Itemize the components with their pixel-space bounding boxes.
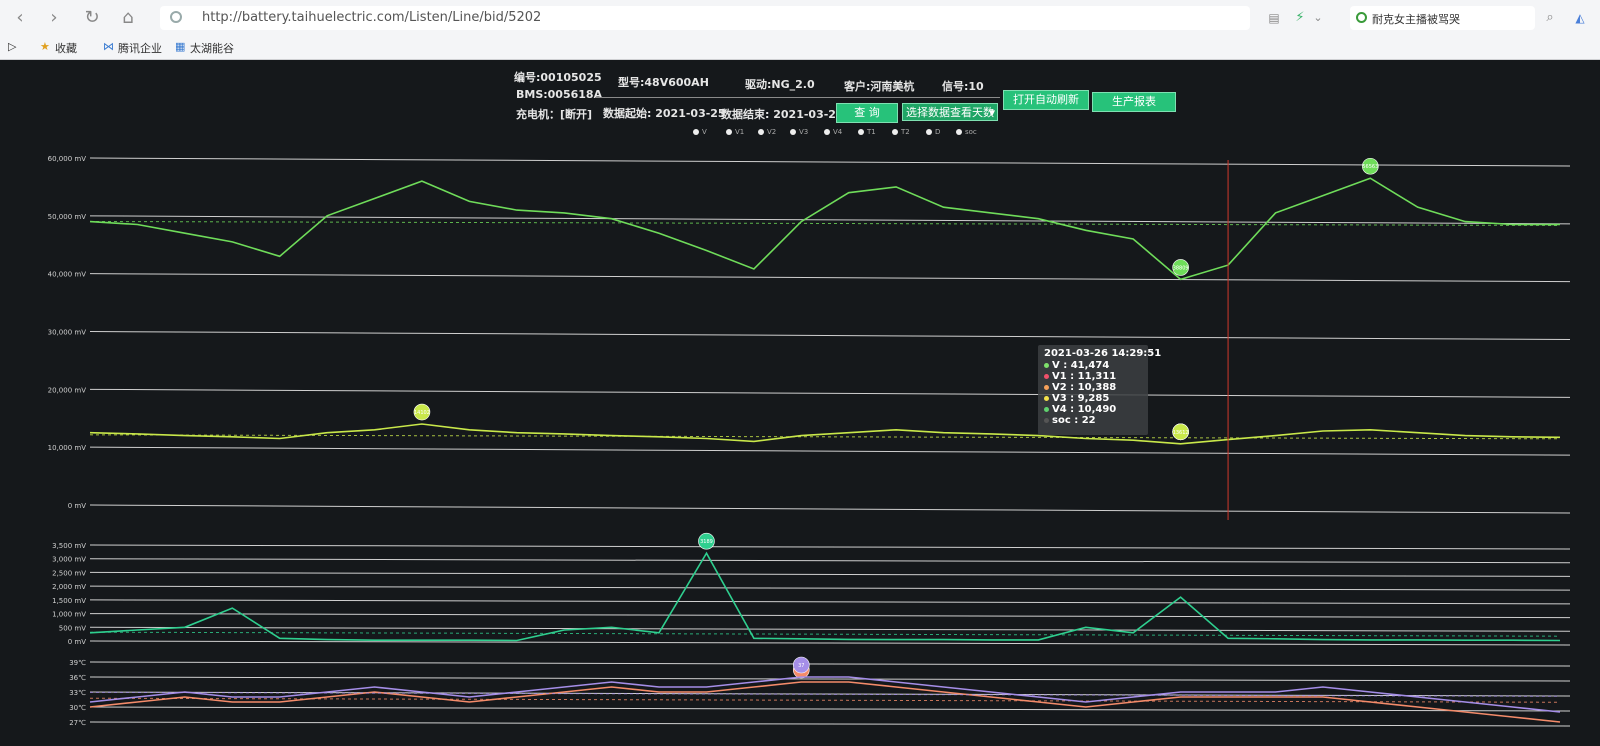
- y-tick-label: 36℃: [69, 674, 86, 682]
- y-tick-label: 2,500 mV: [52, 569, 86, 577]
- tooltip-row: V2 : 10,388: [1044, 382, 1116, 393]
- tooltip-row: V1 : 11,311: [1044, 371, 1116, 382]
- y-tick-label: 60,000 mV: [48, 155, 87, 163]
- series-dot: [1044, 373, 1049, 379]
- y-tick-label: 0 mV: [68, 638, 86, 646]
- tooltip-row: V3 : 9,285: [1044, 393, 1109, 404]
- y-tick-label: 40,000 mV: [48, 271, 87, 279]
- series-line-v: [89, 177, 1560, 281]
- grid-line: [89, 721, 1571, 727]
- grid-line: [89, 331, 1571, 340]
- grid-line: [89, 640, 1571, 646]
- y-tick-label: 1,500 mV: [52, 597, 86, 605]
- data-tooltip: 2021-03-26 14:29:51 V : 41,474 V1 : 11,3…: [1038, 345, 1161, 435]
- y-tick-label: 27℃: [69, 719, 86, 727]
- y-tick-label: 20,000 mV: [48, 386, 87, 394]
- marker-label: 14102: [414, 410, 430, 416]
- grid-line: [89, 571, 1571, 577]
- grid-line: [89, 504, 1571, 514]
- y-tick-label: 33℃: [69, 689, 86, 697]
- y-tick-label: 39℃: [69, 659, 86, 667]
- y-tick-label: 1,000 mV: [52, 611, 86, 619]
- grid-line: [89, 446, 1571, 456]
- tooltip-row: soc : 22: [1044, 415, 1096, 426]
- grid-line: [89, 273, 1571, 283]
- grid-line: [89, 215, 1571, 225]
- grid-line: [89, 706, 1571, 712]
- grid-line: [89, 661, 1571, 667]
- tooltip-row: V : 41,474: [1044, 360, 1109, 371]
- series-dot: [1044, 417, 1049, 423]
- y-tick-label: 30℃: [69, 704, 86, 712]
- marker-label: 3189: [700, 539, 713, 545]
- marker-label: 56563: [1362, 164, 1378, 170]
- charts-canvas[interactable]: 60,000 mV 50,000 mV 40,000 mV 30,000 mV 20,0…: [0, 0, 1600, 746]
- marker-label: 13612: [1173, 430, 1189, 436]
- marker-label: 38809: [1173, 265, 1189, 271]
- y-tick-label: 500 mV: [59, 624, 86, 632]
- grid-line: [89, 585, 1571, 591]
- series-dot: [1044, 384, 1049, 390]
- y-tick-label: 3,000 mV: [52, 556, 86, 564]
- y-tick-label: 30,000 mV: [48, 329, 87, 337]
- y-tick-label: 3,500 mV: [52, 542, 86, 550]
- series-dot: [1044, 362, 1049, 368]
- grid-line: [89, 388, 1571, 398]
- grid-line: [89, 157, 1571, 167]
- grid-line: [89, 599, 1571, 605]
- y-tick-label: 2,000 mV: [52, 583, 86, 591]
- average-line: [89, 631, 1561, 637]
- y-tick-label: 50,000 mV: [48, 213, 87, 221]
- y-tick-label: 10,000 mV: [48, 444, 87, 452]
- series-dot: [1044, 406, 1049, 412]
- series-line-v1: [89, 423, 1561, 445]
- tooltip-time: 2021-03-26 14:29:51: [1044, 348, 1162, 359]
- tooltip-row: V4 : 10,490: [1044, 404, 1116, 415]
- grid-line: [89, 613, 1571, 619]
- y-tick-label: 0 mV: [68, 502, 86, 510]
- grid-line: [89, 544, 1571, 550]
- series-dot: [1044, 395, 1049, 401]
- marker-label: 37: [798, 663, 804, 669]
- grid-line: [89, 558, 1571, 564]
- average-line: [89, 220, 1561, 226]
- grid-line: [89, 626, 1571, 632]
